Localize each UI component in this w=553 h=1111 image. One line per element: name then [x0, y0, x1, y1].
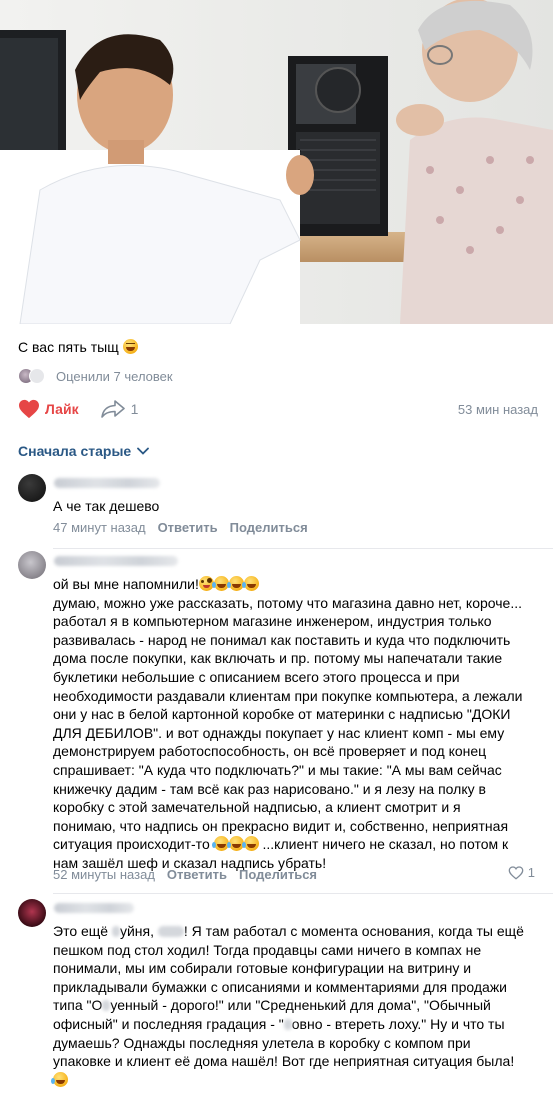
share-button[interactable]: 1 — [100, 400, 139, 418]
rofl-emoji-icon — [241, 576, 259, 591]
reply-button[interactable]: Ответить — [158, 520, 218, 535]
comment-text-part: уйня, — [119, 923, 158, 939]
comments-sort-dropdown[interactable]: Сначала старые — [18, 443, 150, 459]
comment-text-head: ой вы мне напомнили! — [53, 576, 199, 592]
grinning-emoji-icon — [122, 339, 138, 354]
share-icon — [100, 400, 125, 418]
post-actions: Лайк 1 53 мин назад — [18, 396, 538, 422]
reply-button[interactable]: Ответить — [167, 867, 227, 882]
reactions-summary[interactable]: Оценили 7 человек — [18, 366, 173, 386]
comment-time[interactable]: 52 минуты назад — [53, 867, 155, 882]
comment-text-tail: ситуация происходит-то — [53, 836, 210, 853]
comment-author[interactable] — [54, 556, 178, 566]
comment-text: Это ещё уйня, ! Я там работал с момента … — [51, 922, 541, 1089]
reactor-avatars — [18, 367, 48, 385]
chevron-down-icon — [137, 447, 150, 455]
avatar[interactable] — [18, 551, 46, 579]
heart-icon — [19, 399, 39, 419]
comment-time[interactable]: 47 минут назад — [53, 520, 146, 535]
share-count: 1 — [130, 401, 139, 417]
avatar — [29, 368, 45, 384]
rofl-emoji-icon — [241, 836, 259, 852]
divider — [53, 893, 553, 894]
comment-like-button[interactable]: 1 — [508, 865, 535, 880]
post-time: 53 мин назад — [457, 401, 538, 417]
comment-text: ой вы мне напомнили! думаю, можно уже ра… — [53, 575, 541, 873]
post-caption-text: С вас пять тыщ — [18, 339, 119, 355]
like-button[interactable]: Лайк — [18, 399, 79, 419]
divider — [53, 548, 553, 549]
comment-author[interactable] — [54, 903, 134, 913]
avatar[interactable] — [18, 474, 46, 502]
censored-text — [283, 1018, 292, 1030]
comment-text: А че так дешево — [53, 498, 160, 514]
comment-meta: 47 минут назад Ответить Поделиться — [53, 520, 308, 535]
comment-author[interactable] — [54, 478, 160, 488]
share-comment-button[interactable]: Поделиться — [230, 520, 308, 535]
rated-count-text: Оценили 7 человек — [56, 368, 173, 384]
censored-text — [111, 926, 120, 937]
avatar[interactable] — [18, 899, 46, 927]
comment-meta: 52 минуты назад Ответить Поделиться — [53, 867, 317, 882]
comments-sort-label: Сначала старые — [18, 443, 132, 459]
post-photo[interactable] — [0, 0, 553, 324]
comment-text-body: думаю, можно уже рассказать, потому что … — [53, 594, 523, 834]
post-caption: С вас пять тыщ — [18, 338, 138, 356]
comment-text-part: Это ещё — [53, 923, 112, 939]
heart-outline-icon — [508, 865, 524, 880]
censored-text — [157, 926, 184, 937]
rofl-emoji-icon — [51, 1071, 68, 1087]
comment-like-count: 1 — [527, 865, 535, 880]
like-label: Лайк — [45, 401, 79, 417]
share-comment-button[interactable]: Поделиться — [239, 867, 317, 882]
